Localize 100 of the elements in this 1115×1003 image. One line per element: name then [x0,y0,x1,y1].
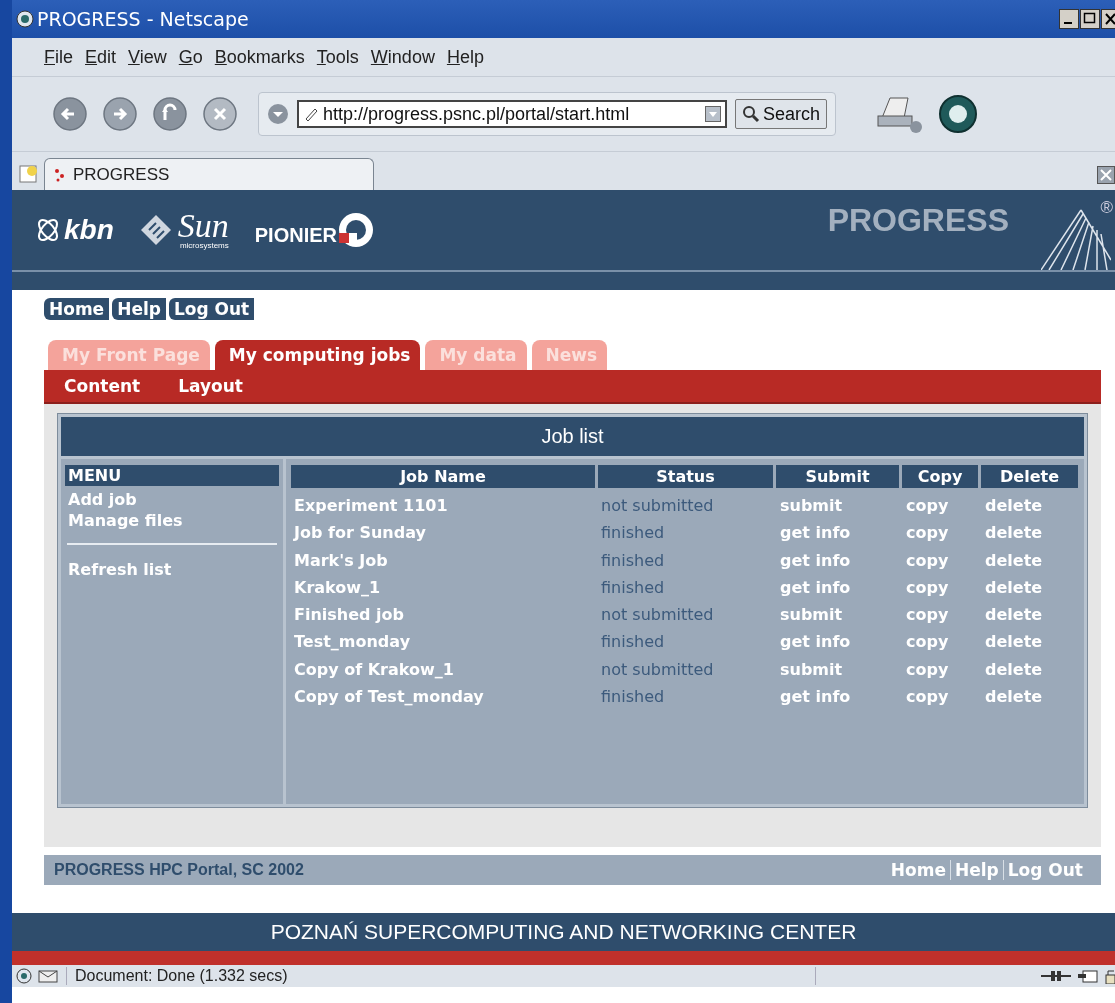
footer-link[interactable]: Help [949,860,1003,880]
job-name: Mark's Job [293,549,389,572]
minimize-button[interactable] [1059,9,1079,29]
copy-link[interactable]: copy [902,573,978,602]
delete-link[interactable]: delete [981,628,1078,656]
column-header: Delete [981,465,1078,488]
menu-item[interactable]: Go [172,46,209,68]
subnav-link[interactable]: Layout [178,376,243,396]
browser-tab[interactable]: PROGRESS [44,158,374,190]
menu-item[interactable]: View [122,46,173,68]
nav-link[interactable]: Log Out [168,298,255,320]
status-text: Document: Done (1.332 secs) [66,967,816,985]
menu-item[interactable]: Edit [79,46,123,68]
logo-text: PROGRESS [827,201,1009,239]
delete-link[interactable]: delete [981,492,1078,520]
search-icon [742,105,760,123]
delete-link[interactable]: delete [981,601,1078,629]
footer-link[interactable]: Log Out [1002,860,1087,880]
window-title: PROGRESS - Netscape [37,8,249,30]
action-link[interactable]: get info [776,519,899,547]
dropdown-icon[interactable] [267,103,289,125]
copy-link[interactable]: copy [902,601,978,629]
diamond-icon [139,214,172,246]
tab[interactable]: News [531,340,608,370]
action-link[interactable]: get info [776,573,899,602]
nav-link[interactable]: Help [112,298,166,320]
print-icon[interactable] [874,94,925,134]
job-status: not submitted [600,495,715,517]
menu-item[interactable]: Tools [310,46,365,68]
delete-link[interactable]: delete [981,683,1078,711]
copy-link[interactable]: copy [902,492,978,520]
logo-text: PIONIER [254,223,338,247]
tab[interactable]: My computing jobs [214,340,421,370]
delete-link[interactable]: delete [981,573,1078,602]
job-name: Finished job [293,604,405,627]
search-button[interactable]: Search [735,99,828,129]
menu-item[interactable]: Bookmarks [208,46,311,68]
registered-mark: ® [1100,198,1113,218]
menu-link[interactable]: Refresh list [65,559,279,580]
address-field[interactable]: http://progress.psnc.pl/portal/start.html [297,100,727,128]
app-icon [16,10,34,28]
menu-item[interactable]: Window [364,46,441,68]
maximize-button[interactable] [1080,9,1100,29]
copy-link[interactable]: copy [902,655,978,684]
delete-link[interactable]: delete [981,655,1078,684]
action-link[interactable]: submit [776,492,899,520]
footer-text: PROGRESS HPC Portal, SC 2002 [54,861,305,879]
menu-item[interactable]: File [38,46,79,68]
globe-icon[interactable] [16,968,32,984]
logo-icon[interactable] [938,94,979,134]
job-status: finished [600,576,666,599]
mail-icon[interactable] [38,968,60,984]
column-header: Job Name [291,465,595,488]
connection-icon[interactable] [1041,969,1071,983]
back-button[interactable] [52,96,88,132]
copy-link[interactable]: copy [902,683,978,711]
menu-item[interactable]: Help [440,46,490,68]
lock-icon[interactable] [1105,968,1115,984]
forward-button[interactable] [102,96,138,132]
logo-text: Sun [177,210,229,241]
tab-label: PROGRESS [73,164,170,185]
tab[interactable]: My Front Page [48,340,210,370]
close-tab-button[interactable] [1097,166,1115,184]
job-status: finished [600,522,666,545]
action-link[interactable]: get info [776,546,899,574]
nav-link[interactable]: Home [44,298,110,320]
job-status: finished [600,549,666,572]
subnav-link[interactable]: Content [64,376,141,396]
copy-link[interactable]: copy [902,546,978,574]
logo-text: kbn [64,214,114,246]
footer-link[interactable]: Home [886,860,950,880]
close-button[interactable] [1101,9,1115,29]
delete-link[interactable]: delete [981,519,1078,547]
bottom-banner: POZNAŃ SUPERCOMPUTING AND NETWORKING CENTER [12,913,1115,965]
action-link[interactable]: get info [776,683,899,711]
menu-link[interactable]: Manage files [65,510,279,531]
menu-link[interactable]: Add job [65,489,279,510]
logo-subtitle: microsystems [179,240,229,250]
menu-title: MENU [65,465,279,486]
job-name: Job for Sunday [292,522,427,545]
copy-link[interactable]: copy [902,628,978,656]
panel-title: Job list [61,417,1084,459]
job-status: finished [600,631,666,654]
delete-link[interactable]: delete [981,546,1078,574]
favicon-icon [53,166,67,183]
job-status: finished [600,686,666,709]
job-name: Krakow_1 [293,576,382,599]
reload-button[interactable] [152,96,188,132]
action-link[interactable]: submit [776,655,899,684]
column-header: Submit [776,465,899,488]
stop-button[interactable] [202,96,238,132]
tab[interactable]: My data [425,340,527,370]
action-link[interactable]: get info [776,628,899,656]
job-name: Test_monday [293,631,412,654]
job-name: Copy of Test_monday [293,686,485,709]
action-link[interactable]: submit [776,601,899,629]
dropdown-icon[interactable] [705,106,721,122]
column-header: Copy [902,465,978,488]
copy-link[interactable]: copy [902,519,978,547]
job-status: not submitted [600,604,715,627]
